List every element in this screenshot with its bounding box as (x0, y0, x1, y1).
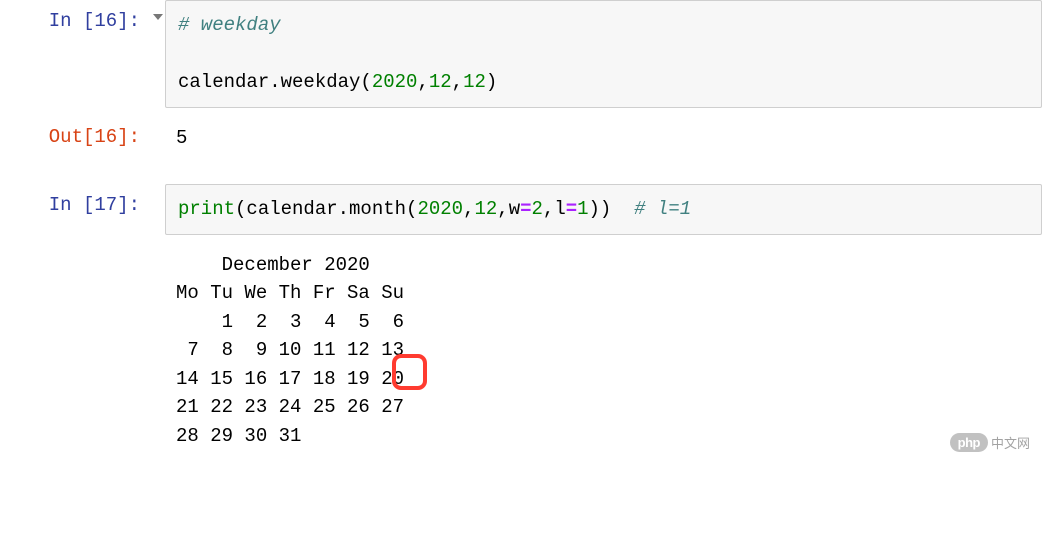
watermark-text: 中文网 (991, 433, 1030, 452)
calendar-output: December 2020 Mo Tu We Th Fr Sa Su 1 2 3… (150, 243, 1042, 459)
code-input[interactable]: print(calendar.month(2020,12,w=2,l=1)) #… (165, 184, 1042, 235)
arg-month: 12 (474, 198, 497, 220)
watermark: php 中文网 (950, 433, 1030, 452)
collapse-spacer (150, 184, 165, 196)
code-text: calendar.weekday( (178, 71, 372, 93)
collapse-toggle[interactable] (150, 0, 165, 22)
jupyter-notebook: In [16]: # weekday calendar.weekday(2020… (0, 0, 1042, 458)
kwarg-w-val: 2 (532, 198, 543, 220)
code-input[interactable]: # weekday calendar.weekday(2020,12,12) (165, 0, 1042, 108)
arg-month: 12 (429, 71, 452, 93)
input-prompt: In [17]: (0, 184, 150, 216)
chevron-down-icon (152, 12, 164, 22)
code-cell-16: In [16]: # weekday calendar.weekday(2020… (0, 0, 1042, 108)
input-prompt: In [16]: (0, 0, 150, 32)
kwarg-w-key: w (509, 198, 520, 220)
output-cell-17: December 2020 Mo Tu We Th Fr Sa Su 1 2 3… (0, 243, 1042, 459)
code-comment: # weekday (178, 14, 281, 36)
code-close: ) (486, 71, 497, 93)
code-cell-17: In [17]: print(calendar.month(2020,12,w=… (0, 184, 1042, 235)
code-open: (calendar.month( (235, 198, 417, 220)
output-prompt: Out[16]: (0, 116, 150, 148)
kwarg-l-val: 1 (577, 198, 588, 220)
output-value: 5 (150, 116, 1042, 161)
equals-operator: = (566, 198, 577, 220)
output-prompt-empty (0, 243, 150, 253)
trailing-comment: # l=1 (634, 198, 691, 220)
equals-operator: = (520, 198, 531, 220)
arg-year: 2020 (417, 198, 463, 220)
kwarg-l-key: l (554, 198, 565, 220)
arg-day: 12 (463, 71, 486, 93)
watermark-logo: php (950, 433, 988, 452)
output-cell-16: Out[16]: 5 (0, 116, 1042, 161)
calendar-text: December 2020 Mo Tu We Th Fr Sa Su 1 2 3… (176, 254, 404, 447)
builtin-print: print (178, 198, 235, 220)
code-close: )) (589, 198, 612, 220)
arg-year: 2020 (372, 71, 418, 93)
